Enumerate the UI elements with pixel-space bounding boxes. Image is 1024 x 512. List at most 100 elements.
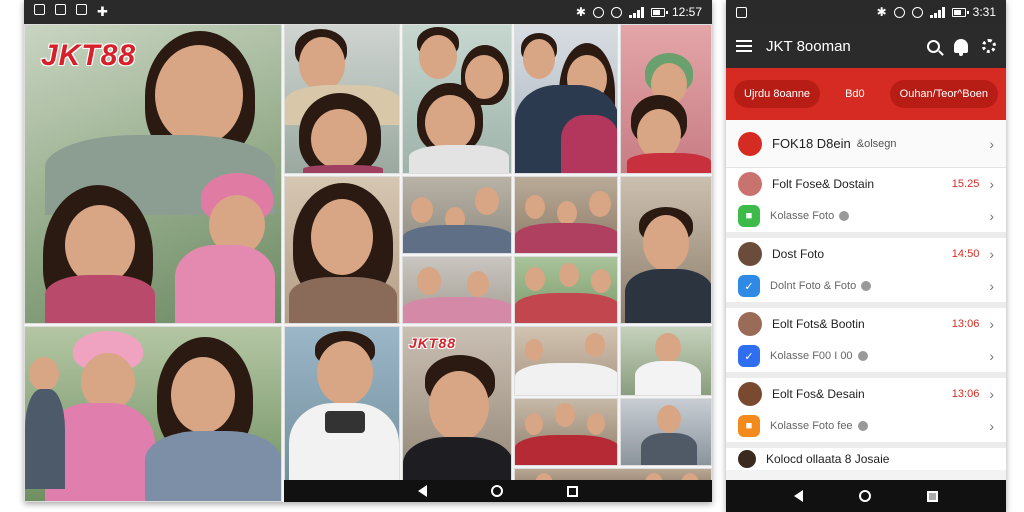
chevron-right-icon: ›	[989, 348, 994, 364]
image-icon	[736, 6, 747, 18]
navigation-bar	[284, 480, 712, 502]
battery-icon	[650, 7, 668, 17]
photo-tile[interactable]	[402, 24, 512, 174]
photo-tile[interactable]	[284, 24, 400, 174]
album-icon: ■	[738, 415, 760, 437]
list-item[interactable]: Kolocd ollaata 8 Josaie	[726, 448, 1006, 470]
gear-icon[interactable]	[982, 39, 996, 53]
photo-tile[interactable]	[514, 256, 618, 324]
plus-icon: ✚	[97, 4, 108, 19]
item-title: Folt Fose& Dostain	[772, 177, 875, 191]
recent-apps-icon[interactable]	[927, 490, 938, 502]
recent-apps-icon[interactable]	[567, 485, 578, 497]
image-icon	[55, 4, 66, 15]
status-time: 3:31	[972, 5, 996, 19]
photo-tile[interactable]	[514, 326, 618, 396]
photo-tile[interactable]	[284, 326, 400, 502]
item-title: Eolt Fots& Bootin	[772, 317, 865, 331]
item-subtitle: Dolnt Foto & Foto	[770, 280, 857, 292]
header-row-subtitle: &olsegn	[856, 137, 897, 150]
photo-tile[interactable]	[620, 176, 712, 324]
item-title: Kolocd ollaata 8 Josaie	[766, 452, 890, 466]
avatar	[738, 242, 762, 266]
photo-tile[interactable]	[24, 326, 282, 502]
home-icon[interactable]	[859, 490, 871, 502]
bluetooth-icon: ✱	[876, 5, 887, 19]
item-number: 13:06	[951, 388, 980, 400]
tab-2[interactable]: Bd0	[835, 80, 875, 108]
notification-icon	[34, 4, 45, 15]
info-icon	[857, 351, 868, 361]
chevron-right-icon: ›	[989, 176, 994, 192]
tab-3[interactable]: Ouhan/Teor^Boen	[889, 80, 998, 108]
photo-tile[interactable]	[620, 326, 712, 396]
home-icon[interactable]	[491, 485, 503, 497]
status-bar: ✚ ✱ 12:57	[24, 0, 712, 24]
album-list: FOK18 D8ein &olsegn › Folt Fose& Dostain…	[726, 120, 1006, 482]
chevron-right-icon: ›	[989, 208, 994, 224]
photo-tile[interactable]	[402, 176, 512, 254]
list-item[interactable]: Folt Fose& Dostain 15.25 › ■ Kolasse Fot…	[726, 168, 1006, 238]
brand-logo-small: JKT88	[409, 335, 457, 351]
item-subtitle: Kolasse F00 I 00	[770, 350, 853, 362]
photo-tile[interactable]	[402, 256, 512, 324]
brand-logo: JKT88	[41, 39, 137, 72]
signal-icon	[628, 6, 644, 18]
photo-collage-grid: JKT88 JKT88	[24, 24, 712, 502]
list-item[interactable]: Dost Foto 14:50 › ✓ Dolnt Foto & Foto ›	[726, 238, 1006, 308]
signal-icon	[929, 6, 945, 18]
list-item[interactable]: Eolt Fots& Bootin 13:06 › ✓ Kolasse F00 …	[726, 308, 1006, 378]
clock-icon	[911, 6, 923, 18]
item-number: 13:06	[951, 318, 980, 330]
chevron-right-icon: ›	[989, 246, 994, 262]
photo-tile[interactable]	[620, 398, 712, 466]
photo-tile[interactable]: JKT88	[24, 24, 282, 324]
battery-icon	[951, 7, 969, 17]
item-title: Eolt Fos& Desain	[772, 387, 865, 401]
item-number: 15.25	[951, 178, 980, 190]
avatar	[738, 172, 762, 196]
back-icon[interactable]	[794, 490, 803, 502]
list-item[interactable]: Eolt Fos& Desain 13:06 › ■ Kolasse Foto …	[726, 378, 1006, 448]
tab-bar: Ujrdu 8oanne Bd0 Ouhan/Teor^Boen	[726, 68, 1006, 120]
chevron-right-icon: ›	[989, 278, 994, 294]
alarm-icon	[592, 6, 604, 18]
item-number: 14:50	[951, 248, 980, 260]
alarm-icon	[893, 6, 905, 18]
info-icon	[857, 421, 868, 431]
menu-icon[interactable]	[736, 40, 752, 52]
bluetooth-icon: ✱	[575, 5, 586, 19]
info-icon	[839, 211, 850, 221]
bell-icon[interactable]	[954, 39, 968, 56]
collage-phone-screen: ✚ ✱ 12:57 JKT88 JKT88	[24, 0, 712, 502]
app-phone-screen: ✱ 3:31 JKT 8ooman Ujrdu 8oanne Bd0 Ouhan…	[726, 0, 1006, 512]
photo-tile[interactable]	[284, 176, 400, 324]
list-header-row[interactable]: FOK18 D8ein &olsegn ›	[726, 120, 1006, 168]
header-row-title: FOK18 D8ein	[772, 136, 851, 151]
check-icon: ✓	[738, 345, 760, 367]
navigation-bar	[726, 480, 1006, 512]
search-icon[interactable]	[927, 39, 940, 53]
photo-tile[interactable]	[514, 24, 618, 174]
chevron-right-icon: ›	[989, 386, 994, 402]
item-subtitle: Kolasse Foto fee	[770, 420, 853, 432]
album-icon: ■	[738, 205, 760, 227]
tab-1[interactable]: Ujrdu 8oanne	[734, 80, 821, 108]
avatar	[738, 450, 756, 468]
status-time: 12:57	[671, 5, 702, 19]
app-bar: JKT 8ooman	[726, 24, 1006, 68]
item-title: Dost Foto	[772, 247, 825, 261]
app-title: JKT 8ooman	[766, 37, 851, 55]
photo-tile[interactable]	[620, 24, 712, 174]
chevron-right-icon: ›	[989, 418, 994, 434]
photo-tile[interactable]	[514, 398, 618, 466]
item-subtitle: Kolasse Foto	[770, 210, 835, 222]
close-icon	[76, 4, 87, 15]
chevron-right-icon: ›	[989, 135, 994, 152]
info-icon	[861, 281, 872, 291]
check-icon: ✓	[738, 275, 760, 297]
photo-tile[interactable]: JKT88	[402, 326, 512, 502]
clock-icon	[610, 6, 622, 18]
photo-tile[interactable]	[514, 176, 618, 254]
back-icon[interactable]	[418, 485, 427, 497]
